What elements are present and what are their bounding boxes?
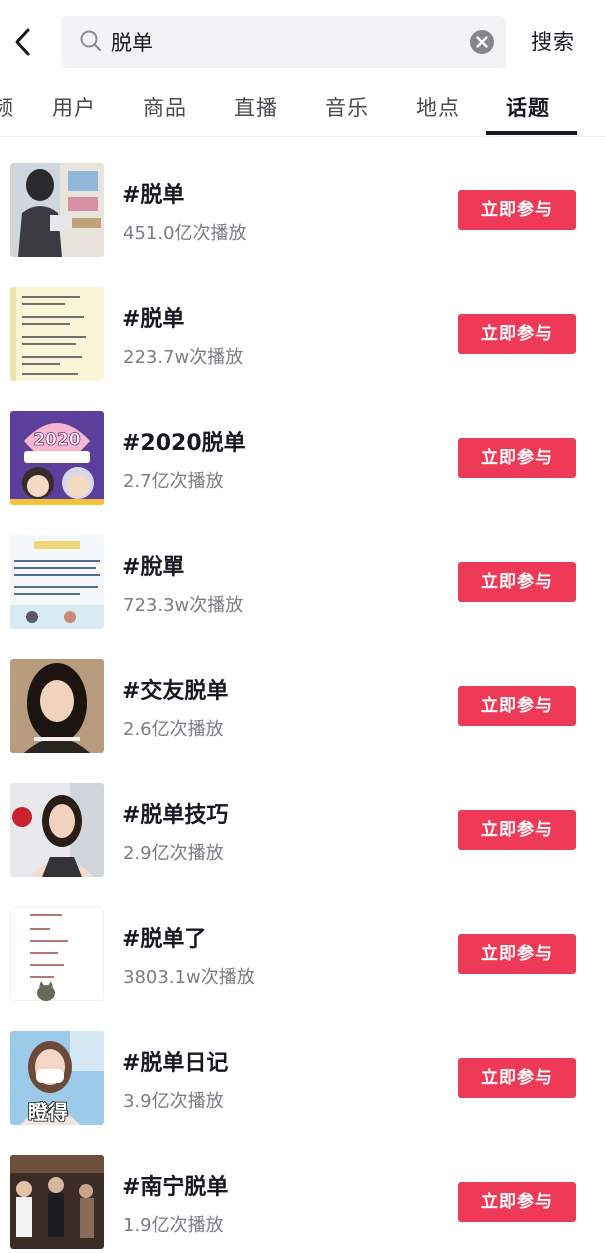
- cartoon-thumbnail-icon: 2020: [10, 411, 104, 505]
- portrait-thumbnail-masked-icon: 瞪得: [10, 1031, 104, 1125]
- topic-play-count: 1.9亿次播放: [123, 1215, 224, 1236]
- search-icon: [80, 30, 102, 52]
- topic-play-count: 2.9亿次播放: [123, 843, 224, 864]
- join-topic-button[interactable]: 立即参与: [458, 1058, 576, 1098]
- back-button[interactable]: [10, 26, 38, 58]
- topic-play-count: 2.6亿次播放: [123, 719, 224, 740]
- text-card-thumbnail-icon: [10, 535, 104, 629]
- topic-row[interactable]: #脱单 451.0亿次播放 立即参与: [0, 137, 606, 261]
- topic-play-count: 2.7亿次播放: [123, 471, 224, 492]
- tab-topics[interactable]: 话题: [506, 92, 550, 122]
- thumbnail-text-2020: 2020: [33, 430, 80, 450]
- join-topic-button[interactable]: 立即参与: [458, 314, 576, 354]
- active-tab-indicator: [486, 131, 577, 135]
- topic-title: #脱单日记: [122, 1051, 229, 1076]
- portrait-thumbnail-icon: [10, 783, 104, 877]
- topic-play-count: 223.7w次播放: [123, 347, 244, 368]
- clear-icon: [470, 30, 494, 54]
- topic-play-count: 3803.1w次播放: [123, 967, 255, 988]
- topic-row[interactable]: #脱单了 3803.1w次播放 立即参与: [0, 881, 606, 1005]
- topic-play-count: 451.0亿次播放: [123, 223, 247, 244]
- street-photo-thumbnail-icon: [10, 1155, 104, 1249]
- thumbnail-text-dengde: 瞪得: [28, 1100, 68, 1124]
- topic-row[interactable]: 2020 #2020脱单 2.7亿次播放 立即参与: [0, 385, 606, 509]
- join-topic-button[interactable]: 立即参与: [458, 686, 576, 726]
- join-topic-button[interactable]: 立即参与: [458, 438, 576, 478]
- join-topic-button[interactable]: 立即参与: [458, 934, 576, 974]
- topic-row[interactable]: 瞪得 #脱单日记 3.9亿次播放 立即参与: [0, 1005, 606, 1129]
- topic-row[interactable]: #脱单技巧 2.9亿次播放 立即参与: [0, 757, 606, 881]
- join-topic-button[interactable]: 立即参与: [458, 562, 576, 602]
- photo-thumbnail-icon: [10, 163, 104, 257]
- topic-title: #南宁脱单: [122, 1175, 229, 1200]
- topic-title: #脱单: [122, 183, 185, 208]
- topic-title: #脱单技巧: [122, 803, 229, 828]
- join-topic-button[interactable]: 立即参与: [458, 1182, 576, 1222]
- top-bar: 搜索: [0, 0, 606, 84]
- tab-video[interactable]: 频: [0, 92, 14, 122]
- search-input[interactable]: [111, 24, 441, 60]
- portrait-thumbnail-icon: [10, 659, 104, 753]
- tab-users[interactable]: 用户: [52, 92, 96, 122]
- text-note-thumbnail-icon: [10, 907, 104, 1001]
- topic-play-count: 3.9亿次播放: [123, 1091, 224, 1112]
- topic-row[interactable]: #南宁脱单 1.9亿次播放 立即参与: [0, 1129, 606, 1253]
- topic-title: #脫單: [122, 555, 185, 580]
- topic-title: #交友脱单: [122, 679, 229, 704]
- search-box[interactable]: [61, 16, 506, 68]
- clear-search-button[interactable]: [469, 29, 495, 55]
- search-category-tabs: 频 用户 商品 直播 音乐 地点 话题: [0, 84, 606, 137]
- topic-row[interactable]: #脫單 723.3w次播放 立即参与: [0, 509, 606, 633]
- topic-row[interactable]: #脱单 223.7w次播放 立即参与: [0, 261, 606, 385]
- join-topic-button[interactable]: 立即参与: [458, 810, 576, 850]
- topic-title: #脱单了: [122, 927, 207, 952]
- text-note-thumbnail-icon: [10, 287, 104, 381]
- tab-places[interactable]: 地点: [416, 92, 460, 122]
- tab-live[interactable]: 直播: [234, 92, 278, 122]
- topic-row[interactable]: #交友脱单 2.6亿次播放 立即参与: [0, 633, 606, 757]
- chevron-left-icon: [15, 28, 30, 56]
- topic-title: #2020脱单: [122, 431, 246, 456]
- join-topic-button[interactable]: 立即参与: [458, 190, 576, 230]
- topic-play-count: 723.3w次播放: [123, 595, 244, 616]
- topic-title: #脱单: [122, 307, 185, 332]
- tab-music[interactable]: 音乐: [325, 92, 369, 122]
- tab-products[interactable]: 商品: [143, 92, 187, 122]
- search-button[interactable]: 搜索: [531, 26, 575, 56]
